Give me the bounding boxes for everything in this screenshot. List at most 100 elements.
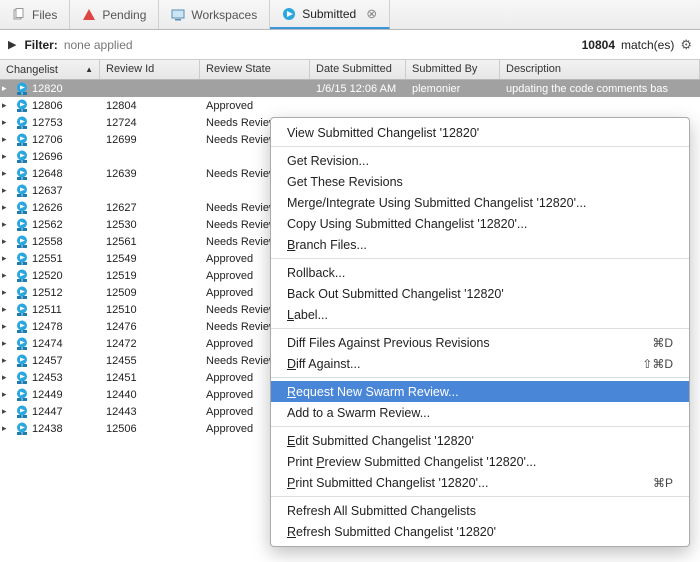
gear-icon[interactable]: ⚙ — [680, 37, 692, 53]
changelist-id: 12447 — [32, 406, 63, 418]
tab-files[interactable]: Files — [0, 0, 70, 29]
tab-pending[interactable]: Pending — [70, 0, 159, 29]
menu-item[interactable]: Print Submitted Changelist '12820'...⌘P — [271, 472, 689, 493]
review-id: 12506 — [100, 423, 200, 435]
menu-item[interactable]: Merge/Integrate Using Submitted Changeli… — [271, 192, 689, 213]
date-submitted: 1/6/15 12:06 AM — [310, 83, 406, 95]
table-row[interactable]: ▸S128201/6/15 12:06 AMplemonierupdating … — [0, 80, 700, 97]
swarm-icon: S — [15, 82, 29, 96]
menu-item[interactable]: Rollback... — [271, 262, 689, 283]
expander-icon[interactable]: ▸ — [2, 236, 12, 247]
expander-icon[interactable]: ▸ — [2, 134, 12, 145]
changelist-id: 12820 — [32, 83, 63, 95]
tab-label: Workspaces — [191, 8, 257, 22]
menu-item[interactable]: Copy Using Submitted Changelist '12820'.… — [271, 213, 689, 234]
pending-icon — [82, 8, 96, 22]
table-header: Changelist▲ Review Id Review State Date … — [0, 60, 700, 80]
col-description[interactable]: Description — [500, 60, 700, 79]
expander-icon[interactable]: ▸ — [2, 202, 12, 213]
swarm-icon: S — [15, 286, 29, 300]
changelist-id: 12648 — [32, 168, 63, 180]
expander-icon[interactable]: ▸ — [2, 372, 12, 383]
swarm-icon: S — [15, 320, 29, 334]
context-menu: View Submitted Changelist '12820' Get Rev… — [270, 117, 690, 547]
review-id: 12440 — [100, 389, 200, 401]
menu-separator — [271, 377, 689, 378]
review-id: 12699 — [100, 134, 200, 146]
expander-icon[interactable]: ▸ — [2, 219, 12, 230]
menu-item[interactable]: Back Out Submitted Changelist '12820' — [271, 283, 689, 304]
expander-icon[interactable]: ▸ — [2, 100, 12, 111]
menu-item-label: Diff Files Against Previous Revisions — [287, 336, 490, 350]
expander-icon[interactable]: ▸ — [2, 185, 12, 196]
swarm-icon: S — [15, 252, 29, 266]
filter-label: Filter: — [24, 38, 57, 52]
swarm-icon: S — [15, 133, 29, 147]
col-date-submitted[interactable]: Date Submitted — [310, 60, 406, 79]
swarm-icon: S — [15, 235, 29, 249]
expander-icon[interactable]: ▸ — [2, 151, 12, 162]
menu-item[interactable]: Get Revision... — [271, 150, 689, 171]
menu-separator — [271, 328, 689, 329]
swarm-icon: S — [15, 184, 29, 198]
expander-icon[interactable]: ▸ — [2, 389, 12, 400]
changelist-id: 12438 — [32, 423, 63, 435]
expander-icon[interactable]: ▸ — [2, 270, 12, 281]
col-review-id[interactable]: Review Id — [100, 60, 200, 79]
filter-toggle-icon[interactable]: ▶ — [8, 38, 16, 51]
tab-submitted[interactable]: Submitted ⊗ — [270, 0, 390, 29]
expander-icon[interactable]: ▸ — [2, 117, 12, 128]
col-changelist[interactable]: Changelist▲ — [0, 60, 100, 79]
changelist-id: 12520 — [32, 270, 63, 282]
menu-item[interactable]: Print Preview Submitted Changelist '1282… — [271, 451, 689, 472]
expander-icon[interactable]: ▸ — [2, 253, 12, 264]
swarm-icon: S — [15, 116, 29, 130]
expander-icon[interactable]: ▸ — [2, 168, 12, 179]
table-row[interactable]: ▸S1280612804Approved — [0, 97, 700, 114]
review-id: 12443 — [100, 406, 200, 418]
expander-icon[interactable]: ▸ — [2, 355, 12, 366]
menu-item[interactable]: Get These Revisions — [271, 171, 689, 192]
menu-item-label: Copy Using Submitted Changelist '12820'.… — [287, 217, 527, 231]
expander-icon[interactable]: ▸ — [2, 287, 12, 298]
review-id: 12627 — [100, 202, 200, 214]
review-id: 12472 — [100, 338, 200, 350]
menu-item[interactable]: Label... — [271, 304, 689, 325]
menu-separator — [271, 258, 689, 259]
tab-workspaces[interactable]: Workspaces — [159, 0, 270, 29]
menu-item[interactable]: Diff Files Against Previous Revisions⌘D — [271, 332, 689, 353]
menu-item-label: Label... — [287, 308, 328, 322]
review-id: 12549 — [100, 253, 200, 265]
swarm-icon: S — [15, 269, 29, 283]
menu-item[interactable]: Diff Against...⇧⌘D — [271, 353, 689, 374]
menu-item[interactable]: Refresh Submitted Changelist '12820' — [271, 521, 689, 542]
swarm-icon: S — [15, 167, 29, 181]
swarm-icon: S — [15, 371, 29, 385]
menu-item-label: Rollback... — [287, 266, 345, 280]
col-review-state[interactable]: Review State — [200, 60, 310, 79]
menu-item[interactable]: Refresh All Submitted Changelists — [271, 500, 689, 521]
expander-icon[interactable]: ▸ — [2, 423, 12, 434]
menu-item[interactable]: Add to a Swarm Review... — [271, 402, 689, 423]
menu-item[interactable]: Request New Swarm Review... — [271, 381, 689, 402]
menu-item[interactable]: Branch Files... — [271, 234, 689, 255]
close-icon[interactable]: ⊗ — [366, 6, 377, 22]
match-label: match(es) — [621, 38, 674, 52]
expander-icon[interactable]: ▸ — [2, 83, 12, 94]
menu-item-label: Print Submitted Changelist '12820'... — [287, 476, 488, 490]
swarm-icon: S — [15, 218, 29, 232]
swarm-icon: S — [15, 303, 29, 317]
expander-icon[interactable]: ▸ — [2, 304, 12, 315]
col-submitted-by[interactable]: Submitted By — [406, 60, 500, 79]
menu-item[interactable]: Edit Submitted Changelist '12820' — [271, 430, 689, 451]
menu-item-label: Merge/Integrate Using Submitted Changeli… — [287, 196, 586, 210]
expander-icon[interactable]: ▸ — [2, 321, 12, 332]
changelist-id: 12562 — [32, 219, 63, 231]
sort-indicator-icon: ▲ — [85, 65, 93, 74]
menu-item[interactable]: View Submitted Changelist '12820' — [271, 122, 689, 143]
expander-icon[interactable]: ▸ — [2, 338, 12, 349]
menu-separator — [271, 426, 689, 427]
changelist-id: 12626 — [32, 202, 63, 214]
expander-icon[interactable]: ▸ — [2, 406, 12, 417]
changelist-id: 12474 — [32, 338, 63, 350]
